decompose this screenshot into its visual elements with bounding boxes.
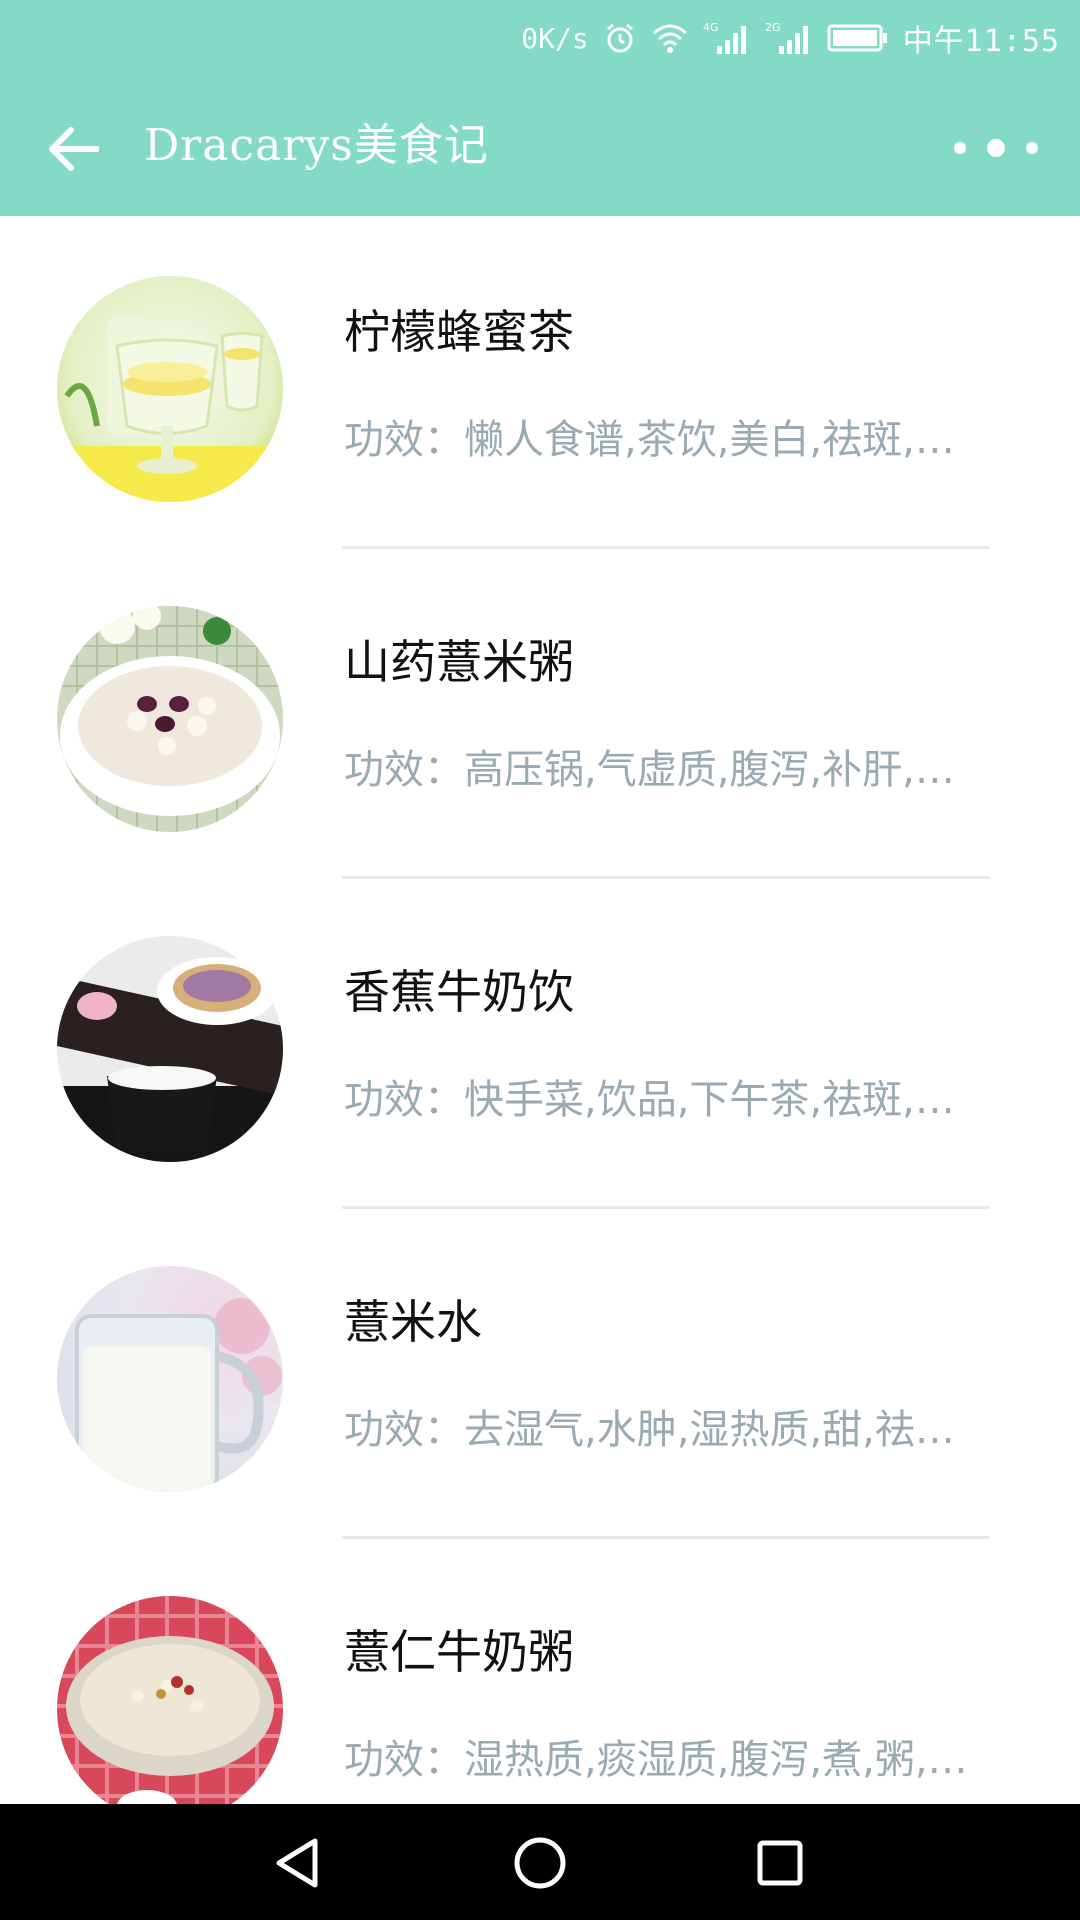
recipe-thumbnail-image bbox=[57, 606, 283, 832]
recipe-name: 柠檬蜂蜜茶 bbox=[344, 305, 574, 359]
more-dot bbox=[987, 139, 1005, 157]
recipe-name: 山药薏米粥 bbox=[344, 635, 574, 689]
more-dot bbox=[954, 142, 966, 154]
recipe-thumbnail-image bbox=[57, 936, 283, 1162]
recipe-item-coix-water[interactable]: 薏米水 功效：去湿气,水肿,湿热质,甜,祛… bbox=[0, 1206, 1080, 1539]
recipe-effect: 功效：湿热质,痰湿质,腹泻,煮,粥,… bbox=[344, 1737, 968, 1783]
recipe-item-lemon-honey-tea[interactable]: 柠檬蜂蜜茶 功效：懒人食谱,茶饮,美白,祛斑,… bbox=[0, 216, 1080, 549]
recipe-effect: 功效：高压锅,气虚质,腹泻,补肝,… bbox=[344, 747, 955, 793]
recipe-thumbnail-image bbox=[57, 1596, 283, 1804]
back-button[interactable] bbox=[38, 114, 108, 184]
battery-icon bbox=[827, 23, 889, 53]
signal-2g-icon: 2G bbox=[765, 20, 813, 56]
navigation-bar bbox=[0, 1804, 1080, 1920]
home-circle-icon bbox=[514, 1837, 566, 1889]
recipe-name: 薏米水 bbox=[344, 1295, 482, 1349]
status-time: 中午11:55 bbox=[902, 24, 1060, 59]
back-triangle-icon bbox=[276, 1838, 318, 1888]
nav-home-button[interactable] bbox=[505, 1828, 575, 1898]
nav-recents-button[interactable] bbox=[745, 1828, 815, 1898]
status-bar: 0K/s 4G 2G 中午11:55 bbox=[0, 0, 1080, 76]
network-speed: 0K/s bbox=[521, 21, 589, 55]
app-bar: Dracarys美食记 bbox=[0, 76, 1080, 216]
recipe-effect: 功效：懒人食谱,茶饮,美白,祛斑,… bbox=[344, 417, 955, 463]
alarm-icon bbox=[603, 21, 637, 55]
signal-2g-label: 2G bbox=[765, 21, 781, 34]
recipe-list: 柠檬蜂蜜茶 功效：懒人食谱,茶饮,美白,祛斑,… 山药薏米粥 功效：高压锅,气虚… bbox=[0, 216, 1080, 1804]
recipe-name: 香蕉牛奶饮 bbox=[344, 965, 574, 1019]
recents-square-icon bbox=[757, 1840, 803, 1886]
signal-4g-label: 4G bbox=[703, 21, 719, 34]
recipe-name: 薏仁牛奶粥 bbox=[344, 1625, 574, 1679]
recipe-item-coix-milk-porridge[interactable]: 薏仁牛奶粥 功效：湿热质,痰湿质,腹泻,煮,粥,… bbox=[0, 1536, 1080, 1804]
more-options-button[interactable] bbox=[954, 128, 1038, 168]
recipe-item-banana-milk-drink[interactable]: 香蕉牛奶饮 功效：快手菜,饮品,下午茶,祛斑,… bbox=[0, 876, 1080, 1209]
recipe-effect: 功效：去湿气,水肿,湿热质,甜,祛… bbox=[344, 1407, 955, 1453]
more-dot bbox=[1026, 142, 1038, 154]
recipe-effect: 功效：快手菜,饮品,下午茶,祛斑,… bbox=[344, 1077, 955, 1123]
recipe-thumbnail-image bbox=[57, 1266, 283, 1492]
signal-4g-icon: 4G bbox=[703, 20, 751, 56]
arrow-back-icon bbox=[49, 127, 99, 171]
recipe-item-yam-coix-porridge[interactable]: 山药薏米粥 功效：高压锅,气虚质,腹泻,补肝,… bbox=[0, 546, 1080, 879]
page-title: Dracarys美食记 bbox=[144, 120, 489, 171]
status-icons: 0K/s 4G 2G 中午11:55 bbox=[521, 12, 1060, 64]
wifi-icon bbox=[651, 22, 689, 54]
recipe-thumbnail-image bbox=[57, 276, 283, 502]
nav-back-button[interactable] bbox=[262, 1828, 332, 1898]
